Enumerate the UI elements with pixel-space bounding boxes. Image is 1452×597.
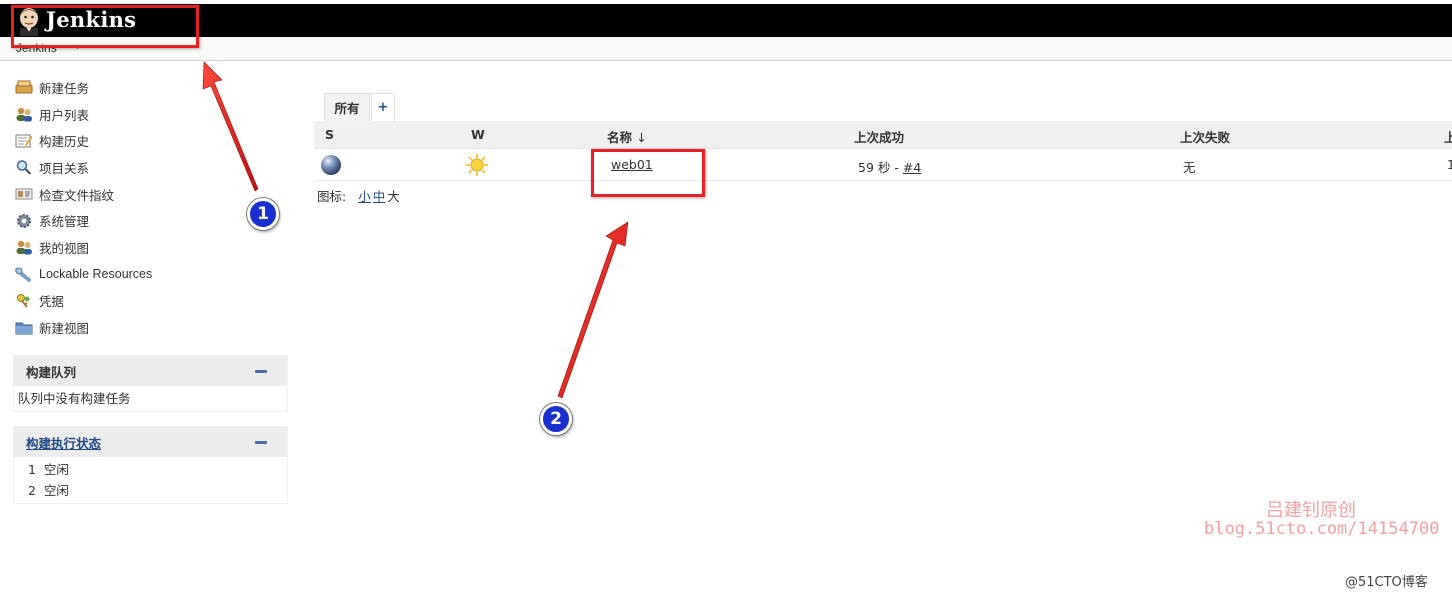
watermark-site: @51CTO博客 xyxy=(1345,575,1428,590)
sidebar-item-my-views[interactable]: 我的视图 xyxy=(14,234,294,261)
col-name-label[interactable]: 名称 xyxy=(607,130,632,145)
users-icon xyxy=(14,105,34,123)
executor-row: 2 空闲 xyxy=(28,480,283,501)
icon-size-medium[interactable]: 中 xyxy=(373,189,386,204)
lock-resource-icon xyxy=(14,265,34,283)
sidebar-item-label[interactable]: 检查文件指纹 xyxy=(39,185,114,204)
executor-row: 1 空闲 xyxy=(28,459,283,480)
my-views-icon xyxy=(14,238,34,256)
col-status[interactable]: S xyxy=(325,127,334,142)
folder-icon xyxy=(14,319,34,337)
sidebar-item-lockable-resources[interactable]: Lockable Resources xyxy=(14,261,294,288)
sidebar-item-label[interactable]: Lockable Resources xyxy=(39,267,152,281)
last-failure-cell: 无 xyxy=(1183,160,1196,175)
new-item-icon xyxy=(14,78,34,96)
icon-size-selector: 图标: 小中大 xyxy=(317,186,400,205)
sidebar-item-project-relationship[interactable]: 项目关系 xyxy=(14,154,294,181)
fingerprint-icon xyxy=(14,185,34,203)
breadcrumb-bar: Jenkins › xyxy=(0,37,1452,61)
tab-add-view[interactable]: + xyxy=(371,93,395,121)
annotation-badge-1: 1 xyxy=(247,198,279,230)
weather-sunny-icon xyxy=(465,153,489,180)
build-queue-title: 构建队列 xyxy=(26,364,77,380)
sidebar-item-credentials[interactable]: 凭据 xyxy=(14,288,294,315)
collapse-icon[interactable] xyxy=(255,370,267,373)
tab-add-label[interactable]: + xyxy=(378,100,389,115)
icon-size-large[interactable]: 大 xyxy=(387,189,400,204)
annotation-badge-2: 2 xyxy=(540,403,572,435)
col-weather[interactable]: W xyxy=(471,127,485,142)
collapse-icon[interactable] xyxy=(255,441,267,444)
sidebar-item-build-history[interactable]: 构建历史 xyxy=(14,127,294,154)
arrow-2 xyxy=(557,221,629,399)
col-name[interactable]: 名称 ↓ xyxy=(607,127,647,146)
last-success-time: 59 秒 - xyxy=(858,160,903,175)
annotation-box-2 xyxy=(591,149,705,197)
build-queue-body: 队列中没有构建任务 xyxy=(14,386,287,411)
sidebar-item-label[interactable]: 我的视图 xyxy=(39,238,89,257)
executors-header: 构建执行状态 xyxy=(14,427,287,457)
build-queue-empty-text: 队列中没有构建任务 xyxy=(18,391,131,406)
icon-size-label: 图标: xyxy=(317,189,347,204)
status-ball-icon xyxy=(320,154,342,179)
last-success-cell: 59 秒 - #4 xyxy=(858,157,921,176)
header: Jenkins xyxy=(0,4,1452,37)
build-queue-pane: 构建队列 队列中没有构建任务 xyxy=(13,355,288,412)
table-row: web01 59 秒 - #4 无 1 xyxy=(314,149,1452,181)
executors-pane: 构建执行状态 1 空闲 2 空闲 xyxy=(13,426,288,504)
sidebar-item-label[interactable]: 新建任务 xyxy=(39,78,89,97)
executors-title-link[interactable]: 构建执行状态 xyxy=(26,433,101,452)
sidebar-item-label[interactable]: 系统管理 xyxy=(39,211,89,230)
sidebar-item-label[interactable]: 项目关系 xyxy=(39,158,89,177)
tab-all[interactable]: 所有 xyxy=(324,93,370,121)
sort-arrow-icon: ↓ xyxy=(636,130,647,145)
annotation-box-1 xyxy=(11,5,199,48)
sidebar-item-label[interactable]: 构建历史 xyxy=(39,131,89,150)
icon-size-small[interactable]: 小 xyxy=(358,189,371,204)
projects-table-header: S W 名称 ↓ 上次成功 上次失败 上 xyxy=(314,121,1452,149)
executor-number: 2 xyxy=(28,483,36,498)
col-last-duration[interactable]: 上 xyxy=(1444,127,1452,146)
build-link[interactable]: #4 xyxy=(903,160,921,175)
last-duration-cell: 1 xyxy=(1447,157,1452,172)
sidebar-item-users[interactable]: 用户列表 xyxy=(14,101,294,128)
sidebar-item-label[interactable]: 凭据 xyxy=(39,291,64,310)
col-last-success[interactable]: 上次成功 xyxy=(854,127,904,146)
watermark-url: blog.51cto.com/14154700 xyxy=(1204,519,1440,539)
build-history-icon xyxy=(14,132,34,150)
sidebar-item-new-item[interactable]: 新建任务 xyxy=(14,74,294,101)
search-icon xyxy=(14,158,34,176)
executor-number: 1 xyxy=(28,462,36,477)
col-last-failure[interactable]: 上次失败 xyxy=(1180,127,1230,146)
sidebar-item-label[interactable]: 新建视图 xyxy=(39,318,89,337)
tab-all-label[interactable]: 所有 xyxy=(334,98,359,117)
sidebar-item-new-view[interactable]: 新建视图 xyxy=(14,314,294,341)
gear-icon xyxy=(14,212,34,230)
build-queue-header: 构建队列 xyxy=(14,356,287,386)
executor-status: 空闲 xyxy=(43,462,69,477)
sidebar-item-label[interactable]: 用户列表 xyxy=(39,105,89,124)
credentials-icon xyxy=(14,292,34,310)
executor-status: 空闲 xyxy=(43,483,69,498)
executors-body: 1 空闲 2 空闲 xyxy=(14,457,287,503)
